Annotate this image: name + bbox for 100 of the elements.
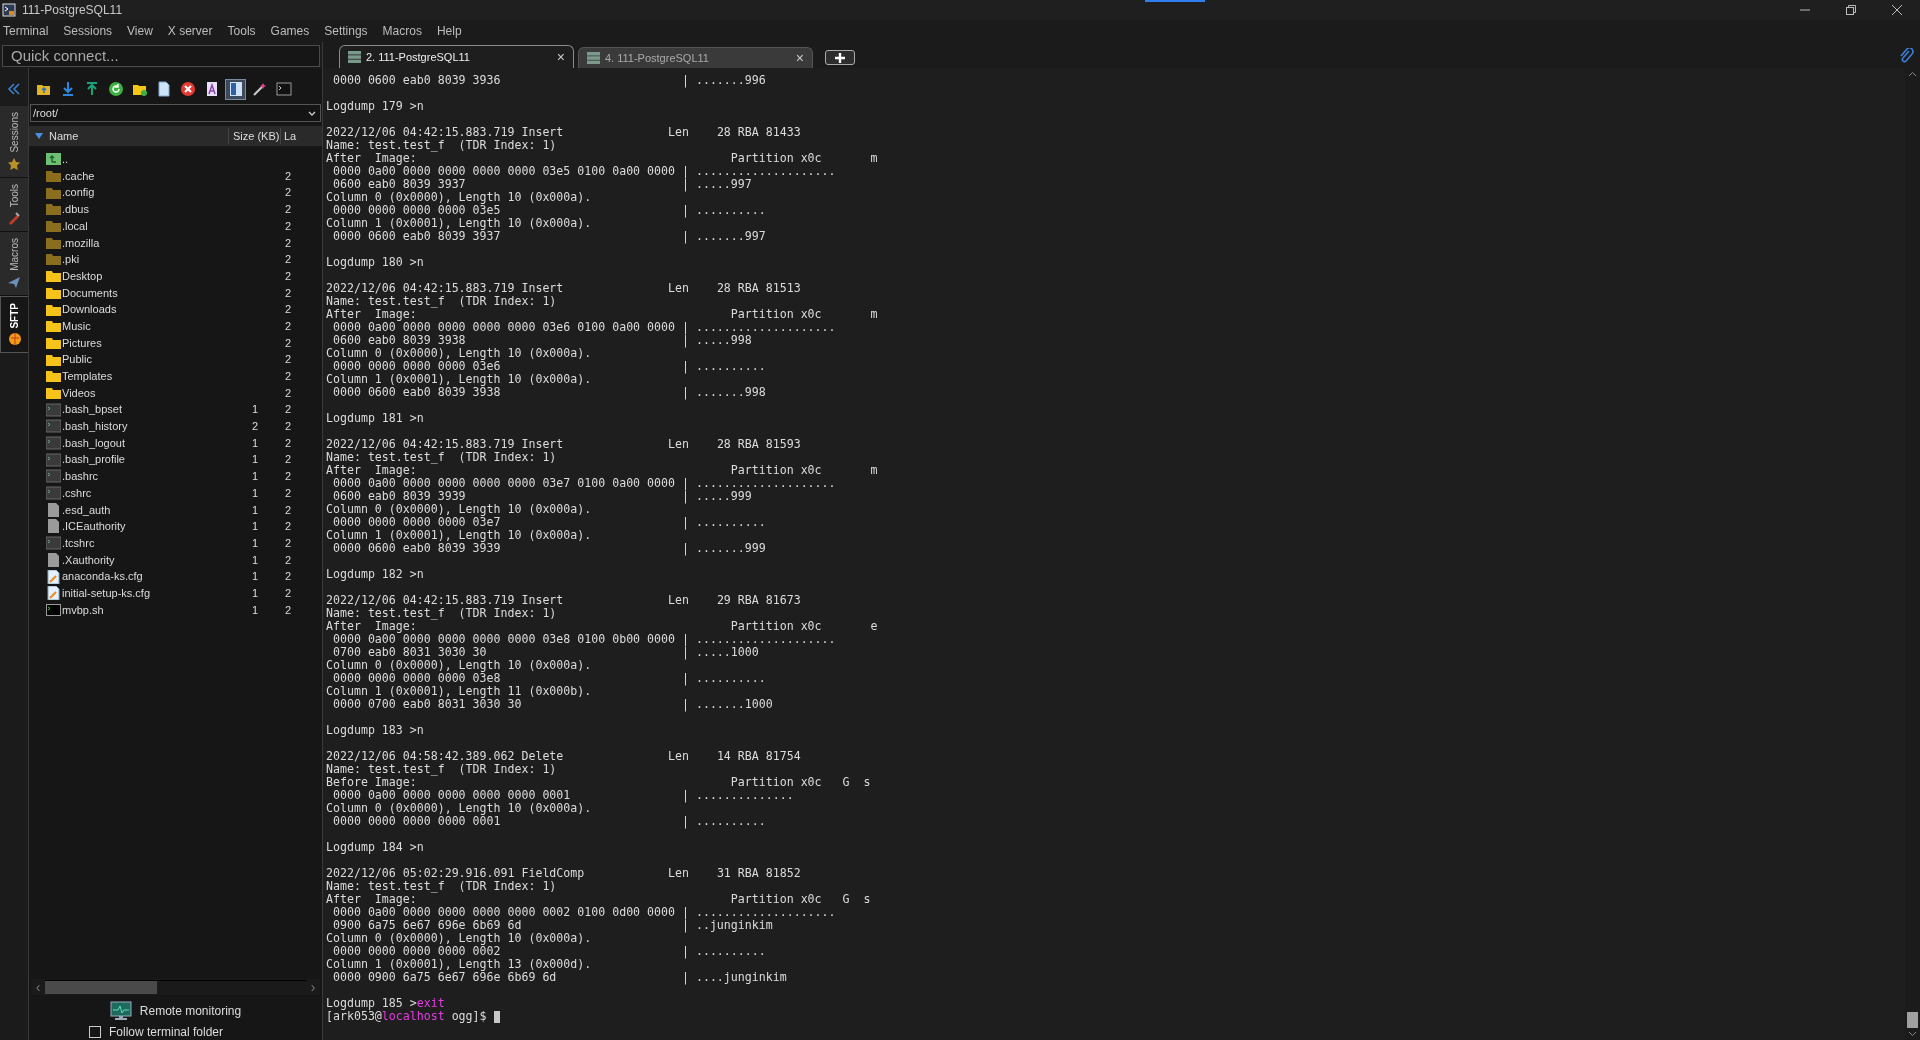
menu-item[interactable]: Tools xyxy=(226,22,257,40)
file-name[interactable]: .bash_history xyxy=(62,418,128,435)
monitor-icon[interactable] xyxy=(109,1001,132,1021)
file-name[interactable]: Downloads xyxy=(62,301,117,318)
file-date: 2 xyxy=(285,536,292,549)
file-name[interactable]: .ICEauthority xyxy=(62,518,126,535)
follow-folder-checkbox[interactable] xyxy=(89,1026,101,1038)
terminal-line: Column 0 (0x0000), Length 10 (0x000a). xyxy=(326,502,592,516)
tab-close-button[interactable]: × xyxy=(795,51,804,65)
menu-item[interactable]: Macros xyxy=(381,22,423,40)
session-tab[interactable]: 2. 111-PostgreSQL11 × xyxy=(339,45,574,68)
toolbar-button[interactable] xyxy=(225,78,246,100)
prompt-path: ogg]$ xyxy=(451,1009,487,1023)
file-date: 2 xyxy=(285,470,292,483)
record-length: Len 28 RBA 81593 xyxy=(668,437,801,451)
hex-dump: 0000 0600 eab0 8039 3937 xyxy=(331,230,502,243)
quick-connect-field[interactable]: Quick connect... xyxy=(2,44,320,67)
server-icon xyxy=(587,52,600,64)
hex-dump: 0600 eab0 8039 3938 xyxy=(331,334,467,347)
menu-item[interactable]: Sessions xyxy=(62,22,114,40)
file-name[interactable]: .bashrc xyxy=(62,468,99,485)
file-size: 1 xyxy=(251,402,259,418)
file-name[interactable]: .cshrc xyxy=(62,484,92,502)
ascii-dump: | .......... xyxy=(681,515,766,529)
file-name[interactable]: .pki xyxy=(62,251,80,268)
file-date: 2 xyxy=(285,336,292,349)
file-size: 1 xyxy=(251,435,259,451)
image-label: After Image: xyxy=(326,152,417,165)
file-name[interactable]: .bash_bpset xyxy=(62,401,122,418)
scroll-left-arrow[interactable]: ‹ xyxy=(31,980,45,994)
globe-icon xyxy=(7,332,22,347)
file-name[interactable]: Music xyxy=(62,317,91,335)
file-name[interactable]: Public xyxy=(62,351,92,368)
file-name[interactable]: .tcshrc xyxy=(62,534,95,552)
terminal-line: Logdump 180 >n xyxy=(326,255,424,269)
new-tab-button[interactable] xyxy=(825,50,855,65)
file-name[interactable]: Videos xyxy=(62,384,96,402)
side-tab[interactable]: Tools xyxy=(0,177,28,232)
collapse-icon[interactable] xyxy=(7,82,21,96)
menu-item[interactable]: View xyxy=(126,22,154,40)
folder-icon xyxy=(46,185,61,200)
hex-dump: 0000 0a00 0000 0000 0000 0000 0002 0100 0d00 0000 xyxy=(331,906,676,919)
tab-close-button[interactable]: × xyxy=(556,50,565,64)
terminal-line: Column 1 (0x0001), Length 10 (0x000a). xyxy=(326,372,592,386)
scrollbar-thumb[interactable] xyxy=(45,981,157,994)
file-name[interactable]: Documents xyxy=(62,284,118,302)
window-title: 111-PostgreSQL11 xyxy=(22,2,123,19)
file-date: 2 xyxy=(285,420,292,433)
file-size: 2 xyxy=(251,419,259,435)
ascii-dump: | .......... xyxy=(681,203,766,217)
paperclip-icon[interactable] xyxy=(1898,48,1914,64)
file-name[interactable]: .bash_logout xyxy=(62,434,125,452)
file-date: 2 xyxy=(285,453,292,466)
folder-icon xyxy=(46,219,61,234)
file-date: 2 xyxy=(285,303,292,316)
refresh-icon xyxy=(107,81,124,97)
record-length: Len 28 RBA 81513 xyxy=(668,281,801,295)
folder-icon xyxy=(46,302,61,317)
remote-monitoring-link[interactable]: Remote monitoring xyxy=(139,1002,242,1020)
file-name[interactable]: .esd_auth xyxy=(62,501,111,519)
side-tab[interactable]: Sessions xyxy=(0,106,28,178)
file-name[interactable]: .local xyxy=(62,217,88,235)
terminal-file-icon xyxy=(46,452,61,467)
record-length: Len 28 RBA 81433 xyxy=(668,125,801,139)
file-name[interactable]: .mozilla xyxy=(62,234,100,252)
menu-item[interactable]: Settings xyxy=(323,22,369,40)
session-tab[interactable]: 4. 111-PostgreSQL11 × xyxy=(578,47,813,68)
file-name[interactable]: .config xyxy=(62,184,95,201)
file-name[interactable]: initial-setup-ks.cfg xyxy=(62,584,151,602)
hex-dump: 0000 0600 eab0 8039 3938 xyxy=(331,386,502,399)
side-tab[interactable]: SFTP xyxy=(0,295,28,354)
menu-item[interactable]: Games xyxy=(269,22,311,40)
scroll-right-arrow[interactable]: › xyxy=(306,980,320,994)
file-name[interactable]: Pictures xyxy=(62,334,102,352)
file-name[interactable]: Templates xyxy=(62,368,113,385)
scrollbar-thumb[interactable] xyxy=(1907,1012,1918,1028)
hex-dump: 0000 0600 eab0 8039 3936 xyxy=(331,74,502,87)
menu-item[interactable]: Help xyxy=(435,22,463,40)
file-name[interactable]: .bash_profile xyxy=(62,451,125,468)
path-combo[interactable]: /root/ xyxy=(30,104,321,122)
column-header[interactable]: Name xyxy=(29,127,229,145)
side-tab[interactable]: Macros xyxy=(0,231,28,296)
active-indicator xyxy=(1145,0,1205,2)
path-text: /root/ xyxy=(32,105,60,121)
file-date: 2 xyxy=(285,386,292,399)
file-name[interactable]: .cache xyxy=(62,167,95,185)
file-name[interactable]: .Xauthority xyxy=(62,551,115,569)
folder-icon xyxy=(46,269,61,284)
file-size: 1 xyxy=(251,602,259,618)
column-header[interactable]: La xyxy=(281,127,322,145)
file-name[interactable]: mvbp.sh xyxy=(62,601,104,619)
menu-item[interactable]: X server xyxy=(166,22,214,40)
file-name[interactable]: anaconda-ks.cfg xyxy=(62,568,143,585)
menu-item[interactable]: Terminal xyxy=(2,22,50,40)
ascii-dump: | ..junginkim xyxy=(681,918,773,932)
column-header[interactable]: Size (KB) xyxy=(229,127,281,145)
prompt-text: Logdump 185 > xyxy=(326,996,417,1010)
file-name[interactable]: .dbus xyxy=(62,201,89,218)
file-name[interactable]: .. xyxy=(62,151,69,168)
file-name[interactable]: Desktop xyxy=(62,267,103,285)
